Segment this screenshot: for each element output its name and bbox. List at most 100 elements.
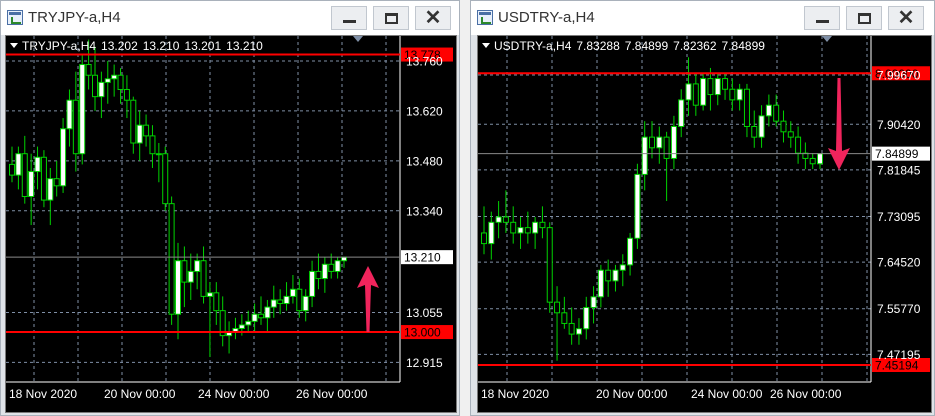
minimize-button[interactable] (331, 6, 367, 30)
candle[interactable] (283, 282, 290, 311)
candle[interactable] (258, 296, 264, 325)
candle[interactable] (481, 206, 487, 255)
candle[interactable] (334, 257, 341, 279)
candle[interactable] (232, 317, 239, 340)
candle[interactable] (561, 296, 568, 329)
candle[interactable] (517, 216, 524, 249)
shift-marker-icon[interactable] (353, 36, 363, 42)
candle[interactable] (155, 143, 162, 183)
candle[interactable] (264, 299, 271, 333)
candle[interactable] (802, 142, 809, 170)
candle[interactable] (21, 135, 28, 204)
candle[interactable] (765, 94, 772, 127)
candle[interactable] (92, 46, 98, 111)
candle[interactable] (729, 78, 736, 111)
candle[interactable] (40, 150, 47, 208)
candle[interactable] (546, 222, 553, 313)
candlestick-chart-svg[interactable]: 8.000007.848997.451947.996707.904207.818… (478, 36, 931, 412)
minimize-button[interactable] (804, 6, 840, 30)
candle[interactable] (47, 167, 54, 226)
candle[interactable] (130, 96, 137, 154)
candle[interactable] (149, 125, 156, 168)
candle[interactable] (277, 289, 284, 315)
candle[interactable] (104, 60, 111, 104)
candle[interactable] (707, 67, 714, 111)
candle[interactable] (226, 321, 233, 354)
candle[interactable] (787, 121, 794, 148)
shift-marker-icon[interactable] (822, 36, 832, 42)
candle[interactable] (34, 146, 41, 190)
price-chart[interactable]: 13.778 13.210 13.000 13.760 13.620 13.480 13.3… (5, 35, 457, 413)
candle[interactable] (60, 118, 67, 193)
candle[interactable] (700, 73, 707, 111)
candle[interactable] (554, 286, 561, 361)
candle[interactable] (15, 146, 22, 190)
candle[interactable] (162, 146, 169, 211)
candle[interactable] (66, 89, 73, 147)
candle[interactable] (143, 114, 150, 147)
candle[interactable] (213, 282, 220, 325)
price-chart[interactable]: 8.00000 7.84899 7.45194 7.99670 7.90420 7.818… (477, 35, 932, 413)
candle[interactable] (532, 216, 539, 249)
candle[interactable] (627, 232, 634, 276)
candle[interactable] (641, 121, 648, 191)
candle[interactable] (619, 254, 626, 287)
candle[interactable] (743, 83, 750, 138)
candle[interactable] (656, 126, 663, 164)
candle[interactable] (123, 75, 130, 119)
title-bar[interactable]: USDTRY-a,H4 ✕ (471, 1, 934, 35)
candle[interactable] (168, 196, 175, 325)
candle[interactable] (206, 282, 213, 358)
maximize-button[interactable] (846, 6, 882, 30)
candle[interactable] (795, 126, 802, 164)
candle[interactable] (692, 73, 699, 116)
candle[interactable] (194, 253, 201, 290)
candle[interactable] (219, 296, 226, 347)
candle[interactable] (590, 286, 597, 324)
candle[interactable] (597, 264, 604, 308)
candle[interactable] (817, 153, 823, 170)
chart-window-tryjpy[interactable]: TRYJPY-a,H4 ✕ 13.778 13.210 13.000 13.760 13… (0, 0, 460, 416)
candle[interactable] (634, 163, 641, 249)
candle[interactable] (495, 201, 502, 239)
candle[interactable] (111, 64, 118, 97)
candle[interactable] (780, 110, 787, 143)
candle[interactable] (181, 246, 188, 308)
candle[interactable] (539, 206, 546, 239)
candle[interactable] (510, 206, 517, 244)
candle[interactable] (809, 153, 816, 170)
chart-window-usdtry[interactable]: USDTRY-a,H4 ✕ 8.00000 7.84899 7.45194 7.996… (470, 0, 935, 416)
candle[interactable] (751, 110, 758, 148)
dropdown-triangle-icon[interactable] (482, 43, 490, 48)
candle[interactable] (663, 131, 670, 202)
candle[interactable] (502, 190, 509, 233)
maximize-button[interactable] (373, 6, 409, 30)
candle[interactable] (289, 274, 296, 304)
close-button[interactable]: ✕ (415, 6, 451, 30)
candle[interactable] (714, 73, 721, 106)
candle[interactable] (9, 146, 15, 183)
candle[interactable] (200, 246, 207, 304)
candle[interactable] (583, 296, 590, 340)
candlestick-chart-svg[interactable]: 13.77813.21013.00013.76013.62013.48013.3… (6, 36, 456, 412)
candle[interactable] (315, 253, 322, 290)
candle[interactable] (605, 259, 612, 297)
candle[interactable] (136, 110, 143, 161)
candle[interactable] (649, 121, 655, 159)
candle[interactable] (251, 303, 258, 333)
dropdown-triangle-icon[interactable] (10, 43, 18, 48)
candle[interactable] (28, 153, 35, 226)
candle[interactable] (309, 260, 316, 308)
candle[interactable] (488, 211, 495, 260)
candle[interactable] (612, 264, 619, 292)
title-bar[interactable]: TRYJPY-a,H4 ✕ (1, 1, 459, 35)
close-button[interactable]: ✕ (888, 6, 924, 30)
candle[interactable] (79, 53, 86, 165)
candle[interactable] (758, 105, 765, 148)
candle[interactable] (722, 73, 729, 100)
candle[interactable] (321, 257, 328, 293)
candle[interactable] (773, 94, 780, 127)
candle[interactable] (575, 318, 582, 345)
candle[interactable] (187, 253, 194, 300)
candle[interactable] (302, 289, 309, 322)
